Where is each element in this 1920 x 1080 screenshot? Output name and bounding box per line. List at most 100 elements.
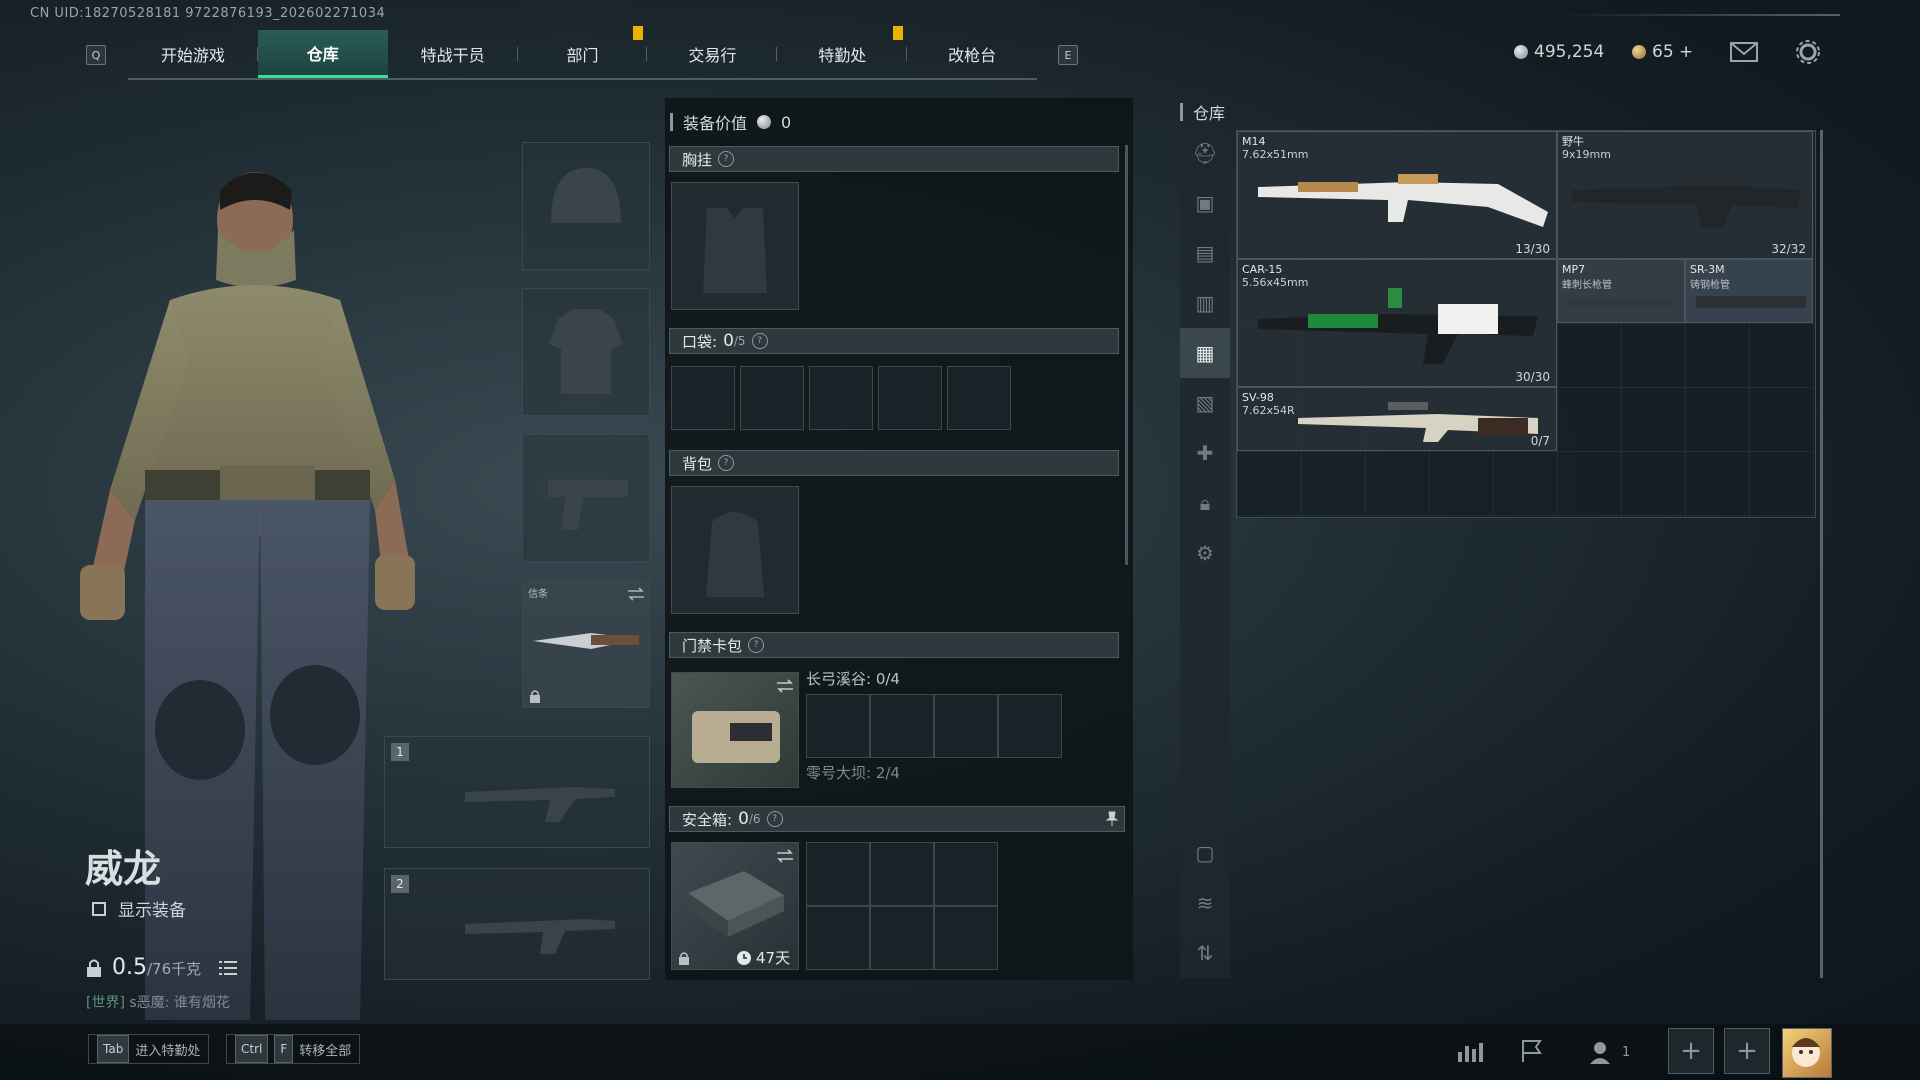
- show-equipment-toggle[interactable]: 显示装备: [92, 896, 186, 921]
- safebox-cell[interactable]: [934, 842, 998, 906]
- help-icon[interactable]: ?: [751, 333, 768, 349]
- transfer-all-action[interactable]: Ctrl F 转移全部: [226, 1034, 361, 1064]
- keycard-case-slot[interactable]: [671, 672, 799, 788]
- safebox-slot[interactable]: 47天: [671, 842, 799, 970]
- warehouse-item-sv98[interactable]: SV-98 7.62x54R 0/7: [1237, 387, 1557, 451]
- help-icon[interactable]: ?: [718, 455, 735, 471]
- medical-category-icon[interactable]: ✚: [1180, 428, 1230, 478]
- mail-icon[interactable]: [1730, 42, 1758, 62]
- safebox-label: 安全箱:: [682, 810, 733, 829]
- warehouse-scrollbar[interactable]: [1820, 130, 1823, 978]
- safebox-cell[interactable]: [934, 906, 998, 970]
- vest-icon: [703, 208, 767, 293]
- helmet-category-icon[interactable]: ⛑: [1180, 128, 1230, 178]
- gold-currency[interactable]: 65 +: [1632, 42, 1693, 62]
- tab-key: Tab: [97, 1035, 130, 1063]
- world-chat-line[interactable]: [世界] s恶魔: 谁有烟花: [86, 992, 230, 1012]
- tab-warehouse[interactable]: 仓库: [257, 30, 388, 78]
- item-ammo: 30/30: [1515, 370, 1550, 384]
- safebox-cell[interactable]: [806, 906, 870, 970]
- chat-message: s恶魔: 谁有烟花: [129, 995, 230, 1011]
- show-equipment-checkbox[interactable]: [92, 901, 106, 916]
- safebox-cell[interactable]: [806, 842, 870, 906]
- safebox-cell[interactable]: [870, 842, 934, 906]
- silver-coin-icon: [757, 115, 772, 129]
- pin-icon[interactable]: [1106, 811, 1118, 827]
- flag-icon[interactable]: [1520, 1038, 1546, 1064]
- ammo-category-icon[interactable]: ▧: [1180, 378, 1230, 428]
- gear-scrollbar[interactable]: [1125, 145, 1128, 565]
- vest-category-icon[interactable]: ▤: [1180, 228, 1230, 278]
- collection-icon[interactable]: ▢: [1180, 828, 1230, 878]
- layers-icon[interactable]: ≋: [1180, 878, 1230, 928]
- pocket-slot[interactable]: [671, 366, 735, 430]
- keycard-area-dam: 零号大坝: 2/4: [806, 764, 900, 782]
- keycard-slot[interactable]: [806, 694, 870, 758]
- backpack-category-icon[interactable]: ▥: [1180, 278, 1230, 328]
- pockets-max: /5: [733, 334, 746, 348]
- helmet-slot[interactable]: [522, 142, 650, 270]
- tab-trading[interactable]: 交易行: [647, 30, 778, 78]
- settings-gear-icon[interactable]: [1796, 40, 1820, 64]
- item-attachment-type: 蜂刺长枪管: [1562, 280, 1612, 291]
- keycard-slot[interactable]: [934, 694, 998, 758]
- m14-rifle-icon: [1258, 174, 1548, 227]
- tab-operators[interactable]: 特战干员: [388, 30, 518, 78]
- primary-weapon-slot-2[interactable]: 2: [384, 868, 650, 980]
- sort-icon[interactable]: ⇅: [1180, 928, 1230, 978]
- invite-slot-button[interactable]: +: [1668, 1028, 1714, 1074]
- backpack-icon: [706, 512, 764, 597]
- pistol-slot[interactable]: [522, 434, 650, 562]
- user-uid: CN UID:18270528181 9722876193_2026022710…: [30, 6, 386, 21]
- pocket-slot[interactable]: [809, 366, 873, 430]
- item-attachment-type: 铸钢枪管: [1690, 280, 1730, 291]
- tab-gunsmith[interactable]: 改枪台: [907, 30, 1037, 78]
- party-members[interactable]: 1: [1590, 1040, 1630, 1064]
- equipment-value: 0: [781, 112, 792, 132]
- player-avatar[interactable]: [1782, 1028, 1832, 1078]
- warehouse-item-mp7-barrel[interactable]: MP7 蜂刺长枪管: [1557, 259, 1685, 323]
- weapon-category-icon[interactable]: ▦: [1180, 328, 1230, 378]
- weapon-slot-number: 2: [391, 875, 409, 893]
- help-icon[interactable]: ?: [748, 637, 765, 653]
- warehouse-item-sr3m-barrel[interactable]: SR-3M 铸钢枪管: [1685, 259, 1813, 323]
- pocket-slot[interactable]: [878, 366, 942, 430]
- list-icon[interactable]: [219, 960, 238, 976]
- pocket-slot[interactable]: [947, 366, 1011, 430]
- chest-rig-slot[interactable]: [671, 182, 799, 310]
- keycard-slot[interactable]: [870, 694, 934, 758]
- armor-slot[interactable]: [522, 288, 650, 416]
- keycard-case-icon: [692, 711, 780, 763]
- notification-mark: [893, 26, 903, 40]
- safebox-cell[interactable]: [870, 906, 934, 970]
- help-icon[interactable]: ?: [718, 151, 735, 167]
- tab-start-game[interactable]: 开始游戏: [128, 30, 258, 78]
- invite-slot-button[interactable]: +: [1724, 1028, 1770, 1074]
- tab-special-ops[interactable]: 特勤处: [777, 30, 908, 78]
- settings-category-icon[interactable]: ⚙: [1180, 528, 1230, 578]
- lock-icon: [87, 959, 101, 977]
- backpack-slot[interactable]: [671, 486, 799, 614]
- gold-coin-icon: [1632, 45, 1646, 59]
- pocket-slot[interactable]: [740, 366, 804, 430]
- primary-weapon-slot-1[interactable]: 1: [384, 736, 650, 848]
- nav-prev-key[interactable]: Q: [86, 45, 106, 65]
- enter-special-ops-action[interactable]: Tab 进入特勤处: [88, 1034, 210, 1064]
- warehouse-item-m14[interactable]: M14 7.62x51mm 13/30: [1237, 131, 1557, 259]
- key-category-icon[interactable]: 🔒︎: [1180, 478, 1230, 528]
- header-bar: [670, 113, 673, 131]
- silver-currency: 495,254: [1514, 42, 1604, 62]
- warehouse-item-bison[interactable]: 野牛 9x19mm 32/32: [1557, 131, 1813, 259]
- help-icon[interactable]: ?: [766, 811, 783, 827]
- keycard-slot[interactable]: [998, 694, 1062, 758]
- swap-icon[interactable]: [776, 849, 794, 863]
- swap-icon[interactable]: [627, 587, 645, 601]
- melee-slot[interactable]: 信条: [522, 580, 650, 708]
- tab-department[interactable]: 部门: [518, 30, 648, 78]
- nav-next-key[interactable]: E: [1058, 45, 1078, 65]
- stats-chart-icon[interactable]: [1456, 1040, 1484, 1064]
- keycard-area-valley: 长弓溪谷: 0/4: [806, 670, 900, 688]
- warehouse-item-car15[interactable]: CAR-15 5.56x45mm 30/30: [1237, 259, 1557, 387]
- armor-category-icon[interactable]: ▣: [1180, 178, 1230, 228]
- swap-icon[interactable]: [776, 679, 794, 693]
